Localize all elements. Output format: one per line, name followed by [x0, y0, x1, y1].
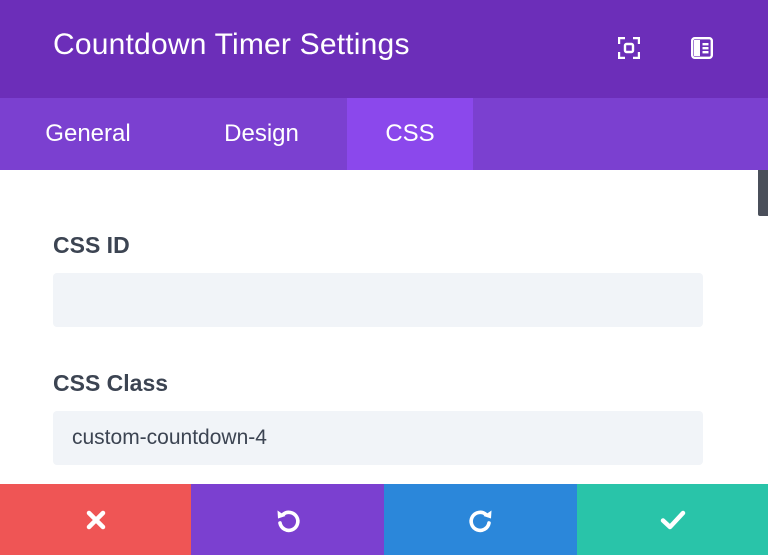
scrollbar-thumb[interactable] — [758, 170, 768, 216]
page-title: Countdown Timer Settings — [53, 28, 410, 61]
settings-panel: CSS ID CSS Class — [0, 170, 768, 484]
css-id-label: CSS ID — [53, 232, 130, 258]
expand-icon[interactable] — [617, 36, 641, 60]
modal-header: Countdown Timer Settings — [0, 0, 768, 98]
discard-button[interactable] — [0, 484, 191, 555]
redo-icon — [468, 510, 491, 532]
tab-bar: General Design CSS — [0, 98, 768, 170]
save-button[interactable] — [577, 484, 768, 555]
redo-button[interactable] — [384, 484, 577, 555]
tab-general[interactable]: General — [0, 98, 176, 170]
undo-button[interactable] — [191, 484, 384, 555]
close-icon — [86, 510, 105, 529]
checkmark-icon — [660, 510, 685, 529]
css-id-input[interactable] — [53, 273, 703, 327]
action-bar — [0, 484, 768, 555]
sidebar-layout-icon[interactable] — [690, 36, 714, 60]
css-class-label: CSS Class — [53, 370, 169, 396]
tab-design[interactable]: Design — [176, 98, 347, 170]
tab-css[interactable]: CSS — [347, 98, 473, 170]
css-class-input[interactable] — [53, 411, 703, 465]
undo-icon — [277, 510, 300, 532]
scrollbar[interactable] — [758, 170, 768, 484]
